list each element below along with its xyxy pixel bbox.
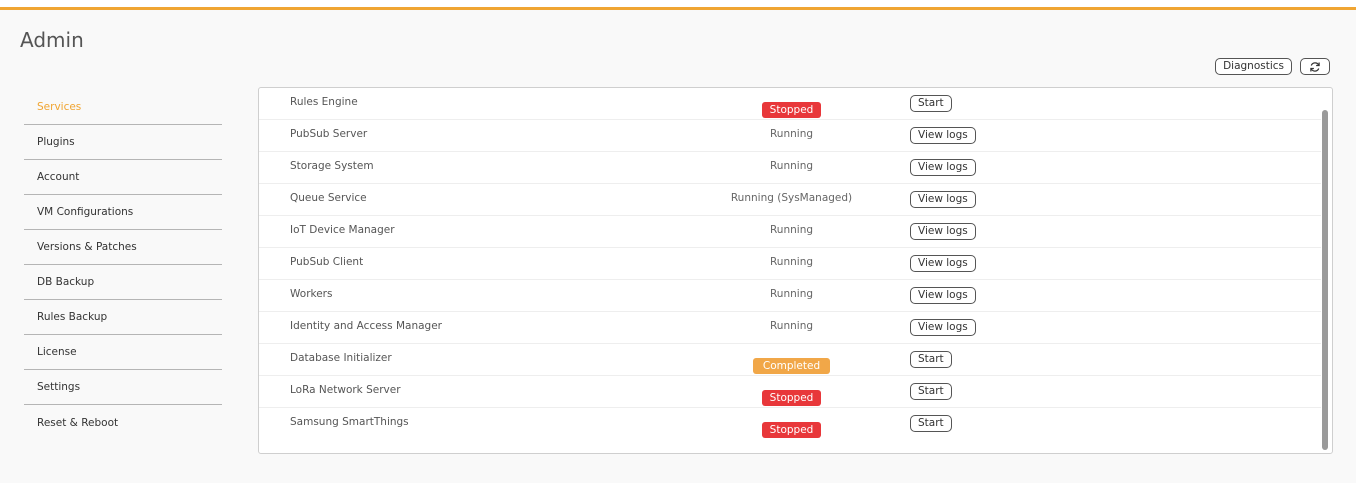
- service-name: Samsung SmartThings: [290, 416, 409, 428]
- view-logs-button[interactable]: View logs: [910, 191, 976, 208]
- sidebar-item-license[interactable]: License: [24, 335, 222, 370]
- sidebar-item-versions-patches[interactable]: Versions & Patches: [24, 230, 222, 265]
- refresh-button[interactable]: [1300, 58, 1330, 75]
- service-name: Queue Service: [290, 192, 367, 204]
- service-row: Samsung SmartThings Stopped Start: [259, 408, 1321, 440]
- start-button[interactable]: Start: [910, 415, 952, 432]
- sidebar-item-plugins[interactable]: Plugins: [24, 125, 222, 160]
- service-status: Running: [729, 288, 854, 300]
- sidebar-item-vm-configurations[interactable]: VM Configurations: [24, 195, 222, 230]
- status-badge: Completed: [752, 358, 831, 374]
- admin-sidebar: Services Plugins Account VM Configuratio…: [24, 90, 222, 440]
- services-list: Rules Engine Stopped Start PubSub Server Run…: [259, 88, 1321, 440]
- sidebar-item-settings[interactable]: Settings: [24, 370, 222, 405]
- top-accent-bar: [0, 0, 1356, 10]
- status-text: Running: [769, 288, 814, 300]
- service-name: PubSub Client: [290, 256, 364, 268]
- page-title: Admin: [20, 28, 84, 52]
- status-text: Running: [769, 256, 814, 268]
- service-name: Database Initializer: [290, 352, 392, 364]
- sidebar-item-reset-reboot[interactable]: Reset & Reboot: [24, 405, 222, 440]
- service-name: LoRa Network Server: [290, 384, 401, 396]
- service-name: Identity and Access Manager: [290, 320, 442, 332]
- view-logs-button[interactable]: View logs: [910, 223, 976, 240]
- sidebar-item-db-backup[interactable]: DB Backup: [24, 265, 222, 300]
- diagnostics-button[interactable]: Diagnostics: [1215, 58, 1292, 75]
- panel-scrollbar[interactable]: [1322, 110, 1328, 450]
- view-logs-button[interactable]: View logs: [910, 287, 976, 304]
- status-badge: Stopped: [761, 422, 822, 438]
- start-button[interactable]: Start: [910, 95, 952, 112]
- service-status: Running (SysManaged): [729, 192, 854, 204]
- view-logs-button[interactable]: View logs: [910, 127, 976, 144]
- service-row: Identity and Access Manager Running View l…: [259, 312, 1321, 344]
- status-text: Running (SysManaged): [730, 192, 853, 204]
- view-logs-button[interactable]: View logs: [910, 319, 976, 336]
- service-row: Workers Running View logs: [259, 280, 1321, 312]
- service-status: Running: [729, 256, 854, 268]
- service-row: LoRa Network Server Stopped Start: [259, 376, 1321, 408]
- refresh-icon: [1310, 61, 1320, 72]
- service-row: Rules Engine Stopped Start: [259, 88, 1321, 120]
- sidebar-item-rules-backup[interactable]: Rules Backup: [24, 300, 222, 335]
- status-text: Running: [769, 160, 814, 172]
- service-name: Workers: [290, 288, 333, 300]
- service-row: IoT Device Manager Running View logs: [259, 216, 1321, 248]
- status-text: Running: [769, 128, 814, 140]
- service-status: Running: [729, 320, 854, 332]
- service-row: Storage System Running View logs: [259, 152, 1321, 184]
- status-text: Running: [769, 320, 814, 332]
- service-status: Running: [729, 160, 854, 172]
- service-row: PubSub Server Running View logs: [259, 120, 1321, 152]
- start-button[interactable]: Start: [910, 383, 952, 400]
- start-button[interactable]: Start: [910, 351, 952, 368]
- service-name: Rules Engine: [290, 96, 358, 108]
- status-text: Running: [769, 224, 814, 236]
- status-badge: Stopped: [761, 102, 822, 118]
- sidebar-item-account[interactable]: Account: [24, 160, 222, 195]
- service-row: PubSub Client Running View logs: [259, 248, 1321, 280]
- service-name: PubSub Server: [290, 128, 368, 140]
- view-logs-button[interactable]: View logs: [910, 255, 976, 272]
- service-name: Storage System: [290, 160, 374, 172]
- service-status: Running: [729, 128, 854, 140]
- status-badge: Stopped: [761, 390, 822, 406]
- header-actions: Diagnostics: [1215, 58, 1330, 75]
- service-row: Queue Service Running (SysManaged) View lo…: [259, 184, 1321, 216]
- service-status: Running: [729, 224, 854, 236]
- sidebar-item-services[interactable]: Services: [24, 90, 222, 125]
- service-row: Database Initializer Completed Start: [259, 344, 1321, 376]
- services-panel: Rules Engine Stopped Start PubSub Server Run…: [258, 87, 1333, 454]
- view-logs-button[interactable]: View logs: [910, 159, 976, 176]
- service-name: IoT Device Manager: [290, 224, 395, 236]
